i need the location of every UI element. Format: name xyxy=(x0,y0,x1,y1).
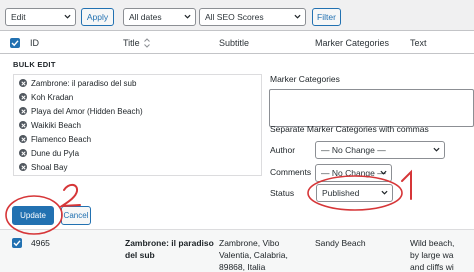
row-subtitle-line-1: Zambrone, Vibo xyxy=(219,238,280,248)
list-item-label: Playa del Amor (Hidden Beach) xyxy=(31,107,143,116)
status-label: Status xyxy=(270,188,295,198)
list-item: Playa del Amor (Hidden Beach) xyxy=(19,106,143,116)
row-text-line-3: and cliffs wi xyxy=(410,262,454,272)
checkmark-icon xyxy=(11,40,19,47)
bulk-edit-title: BULK EDIT xyxy=(13,60,56,69)
list-item: Dune du Pyla xyxy=(19,148,79,158)
chevron-down-icon xyxy=(294,14,301,19)
status-select-value: Published xyxy=(322,188,360,198)
bulk-edit-panel: BULK EDIT Zambrone: il paradiso del sub … xyxy=(0,54,474,230)
checkmark-icon xyxy=(13,240,21,247)
comments-select-value: — No Change — xyxy=(321,168,386,178)
list-item-label: Shoal Bay xyxy=(31,163,68,172)
list-item-label: Dune du Pyla xyxy=(31,149,80,158)
author-select-value: — No Change — xyxy=(321,145,386,155)
row-text-line-2: by large wa xyxy=(410,250,454,260)
apply-button[interactable]: Apply xyxy=(81,8,114,26)
row-subtitle-line-2: Valentia, Calabria, xyxy=(219,250,288,260)
remove-item-icon[interactable] xyxy=(19,121,27,129)
bulk-action-value: Edit xyxy=(11,12,26,22)
column-header-text[interactable]: Text xyxy=(410,38,427,48)
seo-scores-filter-select[interactable]: All SEO Scores xyxy=(199,8,306,26)
author-label: Author xyxy=(270,145,296,155)
comments-label: Comments xyxy=(270,167,312,177)
chevron-down-icon xyxy=(381,190,388,195)
marker-categories-label: Marker Categories xyxy=(270,74,340,84)
row-title-line-1[interactable]: Zambrone: il paradiso xyxy=(125,237,214,249)
comments-select[interactable]: — No Change — xyxy=(315,164,392,182)
bulk-edit-items-list[interactable]: Zambrone: il paradiso del sub Koh Kradan… xyxy=(13,74,262,176)
column-header-subtitle[interactable]: Subtitle xyxy=(219,38,249,48)
select-all-checkbox[interactable] xyxy=(10,38,20,48)
dates-filter-value: All dates xyxy=(129,12,162,22)
column-header-id[interactable]: ID xyxy=(30,38,39,48)
list-item: Zambrone: il paradiso del sub xyxy=(19,78,136,88)
chevron-down-icon xyxy=(380,170,387,175)
table-header: ID Title Subtitle Marker Categories Text xyxy=(0,30,474,54)
list-item: Waikiki Beach xyxy=(19,120,81,130)
list-item-label: Flamenco Beach xyxy=(31,135,92,144)
chevron-down-icon xyxy=(184,14,191,19)
list-item-label: Koh Kradan xyxy=(31,93,74,102)
remove-item-icon[interactable] xyxy=(19,135,27,143)
update-button[interactable]: Update xyxy=(12,206,54,225)
list-item: Flamenco Beach xyxy=(19,134,91,144)
seo-scores-filter-value: All SEO Scores xyxy=(205,12,264,22)
chevron-down-icon xyxy=(433,147,440,152)
marker-categories-textarea[interactable] xyxy=(269,89,474,127)
list-item-label: Waikiki Beach xyxy=(31,121,81,130)
bulk-action-select[interactable]: Edit xyxy=(5,8,76,26)
tablenav-top: Edit Apply All dates All SEO Scores Filt… xyxy=(0,0,474,30)
column-header-title[interactable]: Title xyxy=(123,38,140,48)
author-select[interactable]: — No Change — xyxy=(315,141,445,159)
remove-item-icon[interactable] xyxy=(19,149,27,157)
chevron-down-icon xyxy=(64,14,71,19)
row-title-line-2[interactable]: del sub xyxy=(125,249,155,261)
remove-item-icon[interactable] xyxy=(19,163,27,171)
column-header-marker-categories[interactable]: Marker Categories xyxy=(315,38,389,48)
sort-icon[interactable] xyxy=(144,38,150,48)
table-row[interactable]: 4965 Zambrone: il paradiso del sub Zambr… xyxy=(0,230,474,272)
remove-item-icon[interactable] xyxy=(19,93,27,101)
list-item: Shoal Bay xyxy=(19,162,67,172)
filter-button[interactable]: Filter xyxy=(312,8,341,26)
dates-filter-select[interactable]: All dates xyxy=(123,8,196,26)
row-subtitle-line-3: 89868, Italia xyxy=(219,262,266,272)
row-id: 4965 xyxy=(31,238,50,248)
row-text-line-1: Wild beach, xyxy=(410,238,455,248)
row-checkbox[interactable] xyxy=(12,238,22,248)
list-item-label: Zambrone: il paradiso del sub xyxy=(31,79,137,88)
cancel-button[interactable]: Cancel xyxy=(61,206,91,225)
marker-categories-hint: Separate Marker Categories with commas xyxy=(270,124,429,134)
status-select[interactable]: Published xyxy=(316,184,393,202)
remove-item-icon[interactable] xyxy=(19,79,27,87)
remove-item-icon[interactable] xyxy=(19,107,27,115)
row-marker-category: Sandy Beach xyxy=(315,238,366,248)
list-item: Koh Kradan xyxy=(19,92,73,102)
